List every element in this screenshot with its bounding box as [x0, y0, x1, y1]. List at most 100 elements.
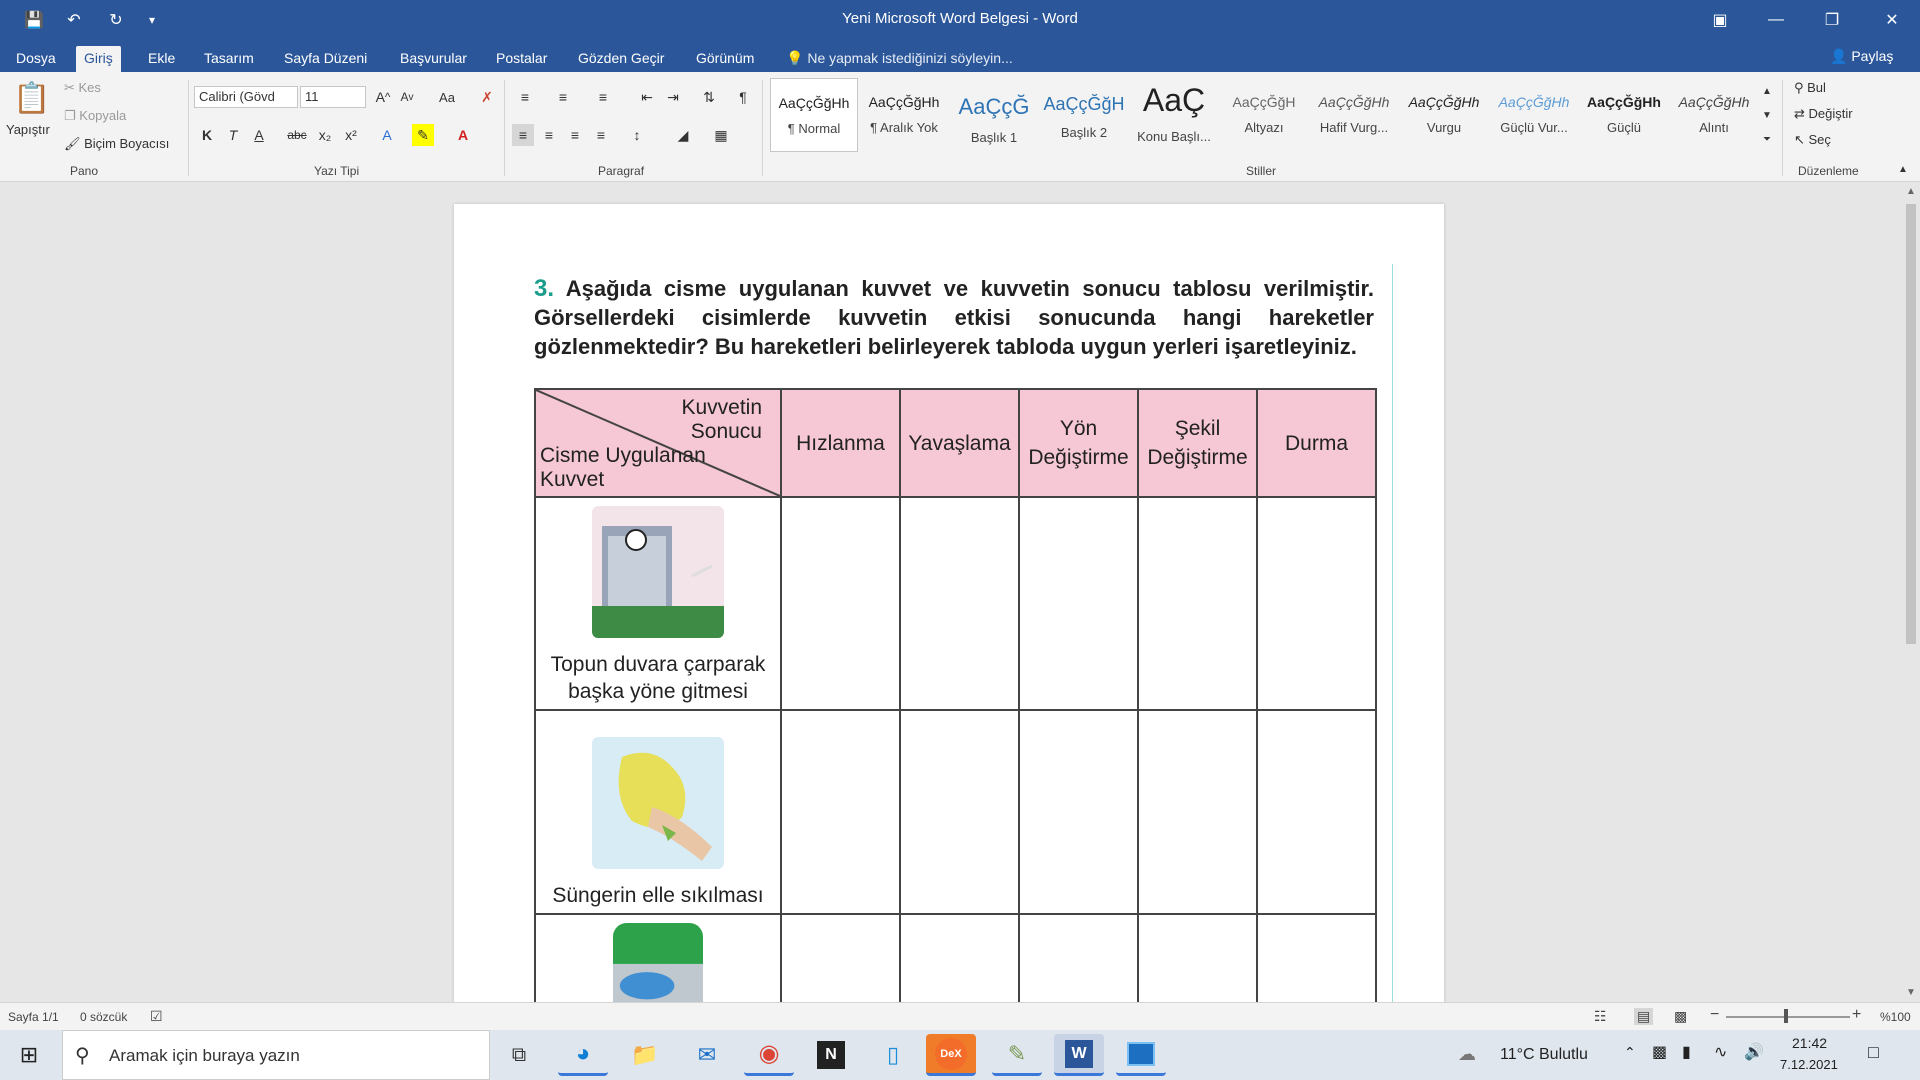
- style-item[interactable]: AaÇçĞğHh Vurgu: [1400, 78, 1488, 152]
- share-button[interactable]: 👤 Paylaş: [1830, 48, 1893, 65]
- zoom-in-icon[interactable]: +: [1852, 1006, 1861, 1024]
- photos-icon[interactable]: [1116, 1034, 1166, 1076]
- style-item[interactable]: AaÇçĞğHh Güçlü Vur...: [1490, 78, 1578, 152]
- zoom-slider[interactable]: [1726, 1016, 1850, 1018]
- windows-start-icon[interactable]: ⊞: [4, 1034, 54, 1076]
- strikethrough-button[interactable]: abc: [286, 124, 308, 146]
- mail-icon[interactable]: ✉: [682, 1034, 732, 1076]
- align-right-icon[interactable]: ≡: [564, 124, 586, 146]
- cut-button[interactable]: ✂ Kes: [64, 80, 101, 96]
- tell-me-search[interactable]: 💡 Ne yapmak istediğinizi söyleyin...: [786, 50, 1013, 67]
- clock-time[interactable]: 21:42: [1792, 1035, 1827, 1051]
- table-cell[interactable]: [780, 913, 901, 1002]
- align-left-icon[interactable]: ≡: [512, 124, 534, 146]
- notion-icon[interactable]: N: [806, 1034, 856, 1076]
- ribbon-display-options-icon[interactable]: ▣: [1692, 0, 1748, 40]
- tab-insert[interactable]: Ekle: [140, 46, 183, 72]
- table-cell[interactable]: [899, 913, 1020, 1002]
- chrome-icon[interactable]: ◉: [744, 1034, 794, 1076]
- paint-icon[interactable]: ✎: [992, 1034, 1042, 1076]
- table-cell[interactable]: [899, 496, 1020, 711]
- find-button[interactable]: ⚲ Bul: [1794, 80, 1826, 96]
- table-cell[interactable]: [1256, 709, 1377, 915]
- line-spacing-icon[interactable]: ↕: [626, 124, 648, 146]
- word-icon[interactable]: W: [1054, 1034, 1104, 1076]
- multilevel-list-icon[interactable]: ≡: [592, 86, 614, 108]
- table-cell[interactable]: [1137, 913, 1258, 1002]
- justify-icon[interactable]: ≡: [590, 124, 612, 146]
- chevron-up-icon[interactable]: ⌃: [1624, 1044, 1636, 1061]
- tab-file[interactable]: Dosya: [8, 46, 64, 72]
- table-cell[interactable]: [780, 496, 901, 711]
- select-button[interactable]: ↖ Seç: [1794, 132, 1831, 148]
- table-cell[interactable]: [1018, 709, 1139, 915]
- read-mode-icon[interactable]: ☷: [1594, 1008, 1607, 1025]
- weather-text[interactable]: 11°C Bulutlu: [1500, 1046, 1588, 1064]
- notifications-icon[interactable]: □: [1868, 1042, 1879, 1063]
- bold-button[interactable]: K: [196, 124, 218, 146]
- text-effects-icon[interactable]: A: [376, 124, 398, 146]
- vertical-scrollbar[interactable]: ▲ ▼: [1902, 182, 1920, 1002]
- battery-icon[interactable]: ▮: [1682, 1042, 1691, 1062]
- edge-icon[interactable]: ◕: [558, 1034, 608, 1076]
- copy-button[interactable]: ❐ Kopyala: [64, 108, 126, 124]
- tab-layout[interactable]: Sayfa Düzeni: [276, 46, 375, 72]
- table-cell[interactable]: [1256, 496, 1377, 711]
- style-item[interactable]: AaÇçĞğH Altyazı: [1220, 78, 1308, 152]
- font-size-combo[interactable]: 11: [300, 86, 366, 108]
- table-cell[interactable]: [1018, 913, 1139, 1002]
- print-layout-icon[interactable]: ▤: [1634, 1008, 1654, 1025]
- clear-formatting-icon[interactable]: ✗: [476, 86, 498, 108]
- scroll-down-icon[interactable]: ▼: [1906, 987, 1916, 998]
- style-item[interactable]: AaÇçĞğH Başlık 2: [1040, 78, 1128, 152]
- style-item[interactable]: AaÇçĞğHh Güçlü: [1580, 78, 1668, 152]
- table-cell[interactable]: [899, 709, 1020, 915]
- numbering-icon[interactable]: ≡: [552, 86, 574, 108]
- increase-indent-icon[interactable]: ⇥: [662, 86, 684, 108]
- style-item[interactable]: AaÇçĞğHh ¶ Normal: [770, 78, 858, 152]
- italic-button[interactable]: T: [222, 124, 244, 146]
- font-name-combo[interactable]: Calibri (Gövd: [194, 86, 298, 108]
- taskbar-search[interactable]: ⚲ Aramak için buraya yazın: [62, 1030, 490, 1080]
- web-layout-icon[interactable]: ▩: [1674, 1008, 1687, 1025]
- zoom-slider-thumb[interactable]: [1784, 1009, 1788, 1023]
- file-explorer-icon[interactable]: 📁: [620, 1034, 670, 1076]
- wifi-icon[interactable]: ∿: [1714, 1042, 1727, 1062]
- show-marks-icon[interactable]: ¶: [732, 86, 754, 108]
- borders-icon[interactable]: ▦: [710, 124, 732, 146]
- style-item[interactable]: AaÇçĞğHh Alıntı: [1670, 78, 1758, 152]
- dex-icon[interactable]: DeX: [926, 1034, 976, 1076]
- styles-scroll-up-icon[interactable]: ▲: [1756, 80, 1778, 102]
- table-cell[interactable]: [780, 709, 901, 915]
- tab-mailings[interactable]: Postalar: [488, 46, 555, 72]
- collapse-ribbon-icon[interactable]: ▲: [1892, 158, 1914, 180]
- style-item[interactable]: AaÇ Konu Başlı...: [1130, 78, 1218, 152]
- underline-button[interactable]: A: [248, 124, 270, 146]
- tab-design[interactable]: Tasarım: [196, 46, 262, 72]
- clock-date[interactable]: 7.12.2021: [1780, 1057, 1838, 1072]
- weather-icon[interactable]: ☁: [1458, 1044, 1476, 1065]
- grow-font-icon[interactable]: A ^: [372, 86, 394, 108]
- tab-view[interactable]: Görünüm: [688, 46, 762, 72]
- close-button[interactable]: ✕: [1864, 0, 1920, 40]
- style-item[interactable]: AaÇçĞ Başlık 1: [950, 78, 1038, 152]
- subscript-button[interactable]: x₂: [314, 124, 336, 146]
- table-cell[interactable]: [1018, 496, 1139, 711]
- phone-link-icon[interactable]: ▯: [868, 1034, 918, 1076]
- maximize-button[interactable]: ❐: [1804, 0, 1860, 40]
- replace-button[interactable]: ⇄ Değiştir: [1794, 106, 1853, 122]
- tab-review[interactable]: Gözden Geçir: [570, 46, 672, 72]
- styles-scroll-down-icon[interactable]: ▼: [1756, 104, 1778, 126]
- font-color-icon[interactable]: A: [452, 124, 474, 146]
- tab-home[interactable]: Giriş: [76, 46, 121, 72]
- sort-icon[interactable]: ⇅: [698, 86, 720, 108]
- styles-more-icon[interactable]: ⏷: [1756, 128, 1778, 150]
- highlight-icon[interactable]: ✎: [412, 124, 434, 146]
- align-center-icon[interactable]: ≡: [538, 124, 560, 146]
- paste-icon[interactable]: 📋: [12, 78, 52, 118]
- table-cell[interactable]: [1256, 913, 1377, 1002]
- page-count[interactable]: Sayfa 1/1: [8, 1010, 59, 1024]
- shrink-font-icon[interactable]: Av: [396, 86, 418, 108]
- paste-button[interactable]: Yapıştır: [6, 122, 50, 137]
- change-case-button[interactable]: Aa: [430, 86, 464, 108]
